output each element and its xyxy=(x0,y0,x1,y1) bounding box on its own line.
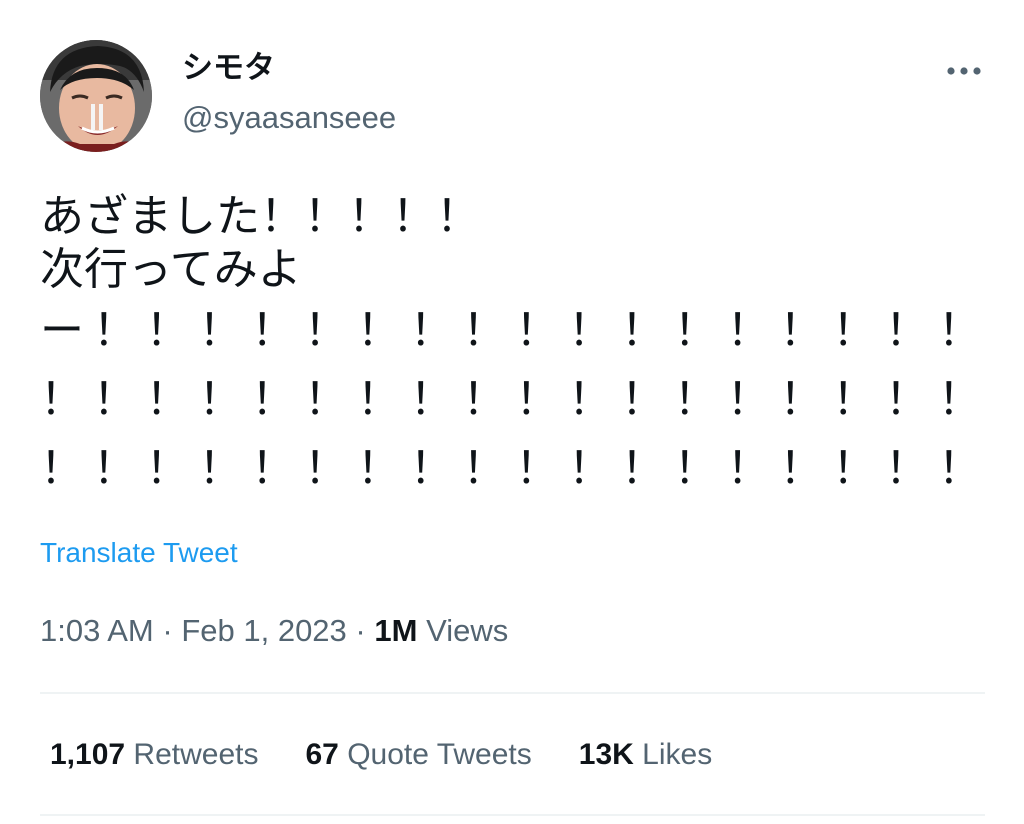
exclamation-glyph: ！ xyxy=(356,443,401,494)
exclamation-glyph: ！ xyxy=(885,305,929,356)
exclamation-glyph: ！ xyxy=(673,305,718,356)
exclamation-glyph: ！ xyxy=(304,443,349,494)
quotes-count: 67 xyxy=(305,738,339,771)
exclamation-glyph: ！ xyxy=(726,305,771,356)
exclamation-glyph: ！ xyxy=(885,443,929,494)
exclamation-glyph: ！ xyxy=(832,443,877,494)
exclamation-glyph: ！ xyxy=(92,374,137,425)
exclamation-glyph: ！ xyxy=(356,374,401,425)
exclamation-glyph: ！ xyxy=(409,305,454,356)
exclamation-glyph: ！ xyxy=(779,374,824,425)
display-name[interactable]: シモタ xyxy=(182,48,275,88)
views-label: Views xyxy=(426,613,509,648)
exclamation-glyph: ！ xyxy=(568,374,613,425)
tweet-date[interactable]: Feb 1, 2023 xyxy=(181,613,346,648)
exclamation-glyph: ！ xyxy=(145,443,190,494)
exclamation-glyph: ！ xyxy=(462,305,507,356)
quotes-label: Quote Tweets xyxy=(347,738,532,771)
exclamation-glyph: ！ xyxy=(937,305,982,356)
tweet-meta: 1:03 AM · Feb 1, 2023 · 1M Views xyxy=(40,610,508,652)
exclamation-glyph: ！ xyxy=(92,305,137,356)
retweets-count: 1,107 xyxy=(50,738,126,771)
dash-glyph: ー xyxy=(40,305,84,356)
divider xyxy=(40,692,985,694)
exclamation-glyph: ！ xyxy=(198,443,243,494)
exclamation-glyph: ！ xyxy=(462,374,507,425)
exclamation-glyph: ！ xyxy=(568,305,613,356)
exclamation-glyph: ！ xyxy=(620,305,665,356)
exclamation-glyph: ！ xyxy=(937,443,982,494)
exclamation-glyph: ！ xyxy=(251,305,296,356)
meta-separator: · xyxy=(355,613,366,648)
exclamation-glyph: ！ xyxy=(726,374,771,425)
divider xyxy=(40,814,985,816)
user-handle[interactable]: @syaasanseee xyxy=(182,98,396,138)
exclamation-glyph: ！ xyxy=(568,443,613,494)
exclamation-glyph: ！ xyxy=(145,305,190,356)
exclamation-glyph: ！ xyxy=(726,443,771,494)
exclamation-glyph: ！ xyxy=(673,374,718,425)
exclamation-glyph: ！ xyxy=(251,443,296,494)
retweets-stat[interactable]: 1,107 Retweets xyxy=(50,734,258,776)
exclamation-glyph: ！ xyxy=(515,305,560,356)
likes-stat[interactable]: 13K Likes xyxy=(579,734,712,776)
exclamation-glyph: ！ xyxy=(462,443,507,494)
exclamation-glyph: ！ xyxy=(832,305,877,356)
translate-tweet-link[interactable]: Translate Tweet xyxy=(40,535,238,571)
exclamation-glyph: ！ xyxy=(304,305,349,356)
tweet-time[interactable]: 1:03 AM xyxy=(40,613,154,648)
tweet-text: あざました！！！！！ 次行ってみよ ー ！ ！ ！ ！ ！ ！ ！ ！ ！ ！ … xyxy=(40,190,982,503)
tweet-text-line: あざました！！！！！ xyxy=(40,191,480,242)
avatar[interactable] xyxy=(40,40,152,152)
retweets-label: Retweets xyxy=(133,738,259,771)
exclamation-glyph: ！ xyxy=(832,374,877,425)
exclamation-glyph: ！ xyxy=(885,374,929,425)
exclamation-glyph: ！ xyxy=(40,443,84,494)
exclamation-glyph: ！ xyxy=(409,443,454,494)
exclamation-glyph: ！ xyxy=(409,374,454,425)
exclamation-glyph: ！ xyxy=(620,443,665,494)
exclamation-glyph: ！ xyxy=(515,374,560,425)
likes-label: Likes xyxy=(642,738,713,771)
quote-tweets-stat[interactable]: 67 Quote Tweets xyxy=(305,734,531,776)
views-count: 1M xyxy=(374,613,418,648)
exclamation-glyph: ！ xyxy=(673,443,718,494)
exclamation-glyph: ！ xyxy=(40,374,84,425)
tweet-text-line: ！ ！ ！ ！ ！ ！ ！ ！ ！ ！ ！ ！ ！ ！ ！ ！ ！ ！ xyxy=(40,365,982,434)
tweet-text-line: ！ ！ ！ ！ ！ ！ ！ ！ ！ ！ ！ ！ ！ ！ ！ ！ ！ ！ xyxy=(40,434,982,503)
meta-separator: · xyxy=(162,613,173,648)
exclamation-glyph: ！ xyxy=(198,305,243,356)
more-horizontal-icon xyxy=(947,67,981,75)
exclamation-glyph: ！ xyxy=(356,305,401,356)
exclamation-glyph: ！ xyxy=(92,443,137,494)
engagement-stats: 1,107 Retweets 67 Quote Tweets 13K Likes xyxy=(50,734,712,776)
tweet-text-line: ー ！ ！ ！ ！ ！ ！ ！ ！ ！ ！ ！ ！ ！ ！ ！ ！ ！ xyxy=(40,296,982,365)
exclamation-glyph: ！ xyxy=(145,374,190,425)
exclamation-glyph: ！ xyxy=(779,305,824,356)
likes-count: 13K xyxy=(578,738,634,771)
exclamation-glyph: ！ xyxy=(779,443,824,494)
exclamation-glyph: ！ xyxy=(937,374,982,425)
exclamation-glyph: ！ xyxy=(251,374,296,425)
exclamation-glyph: ！ xyxy=(515,443,560,494)
exclamation-glyph: ！ xyxy=(198,374,243,425)
exclamation-glyph: ！ xyxy=(620,374,665,425)
tweet-card: シモタ @syaasanseee あざました！！！！！ 次行ってみよ ー ！ ！… xyxy=(0,0,1024,824)
exclamation-glyph: ！ xyxy=(304,374,349,425)
more-options-button[interactable] xyxy=(936,54,992,88)
tweet-text-line: 次行ってみよ xyxy=(40,244,302,295)
